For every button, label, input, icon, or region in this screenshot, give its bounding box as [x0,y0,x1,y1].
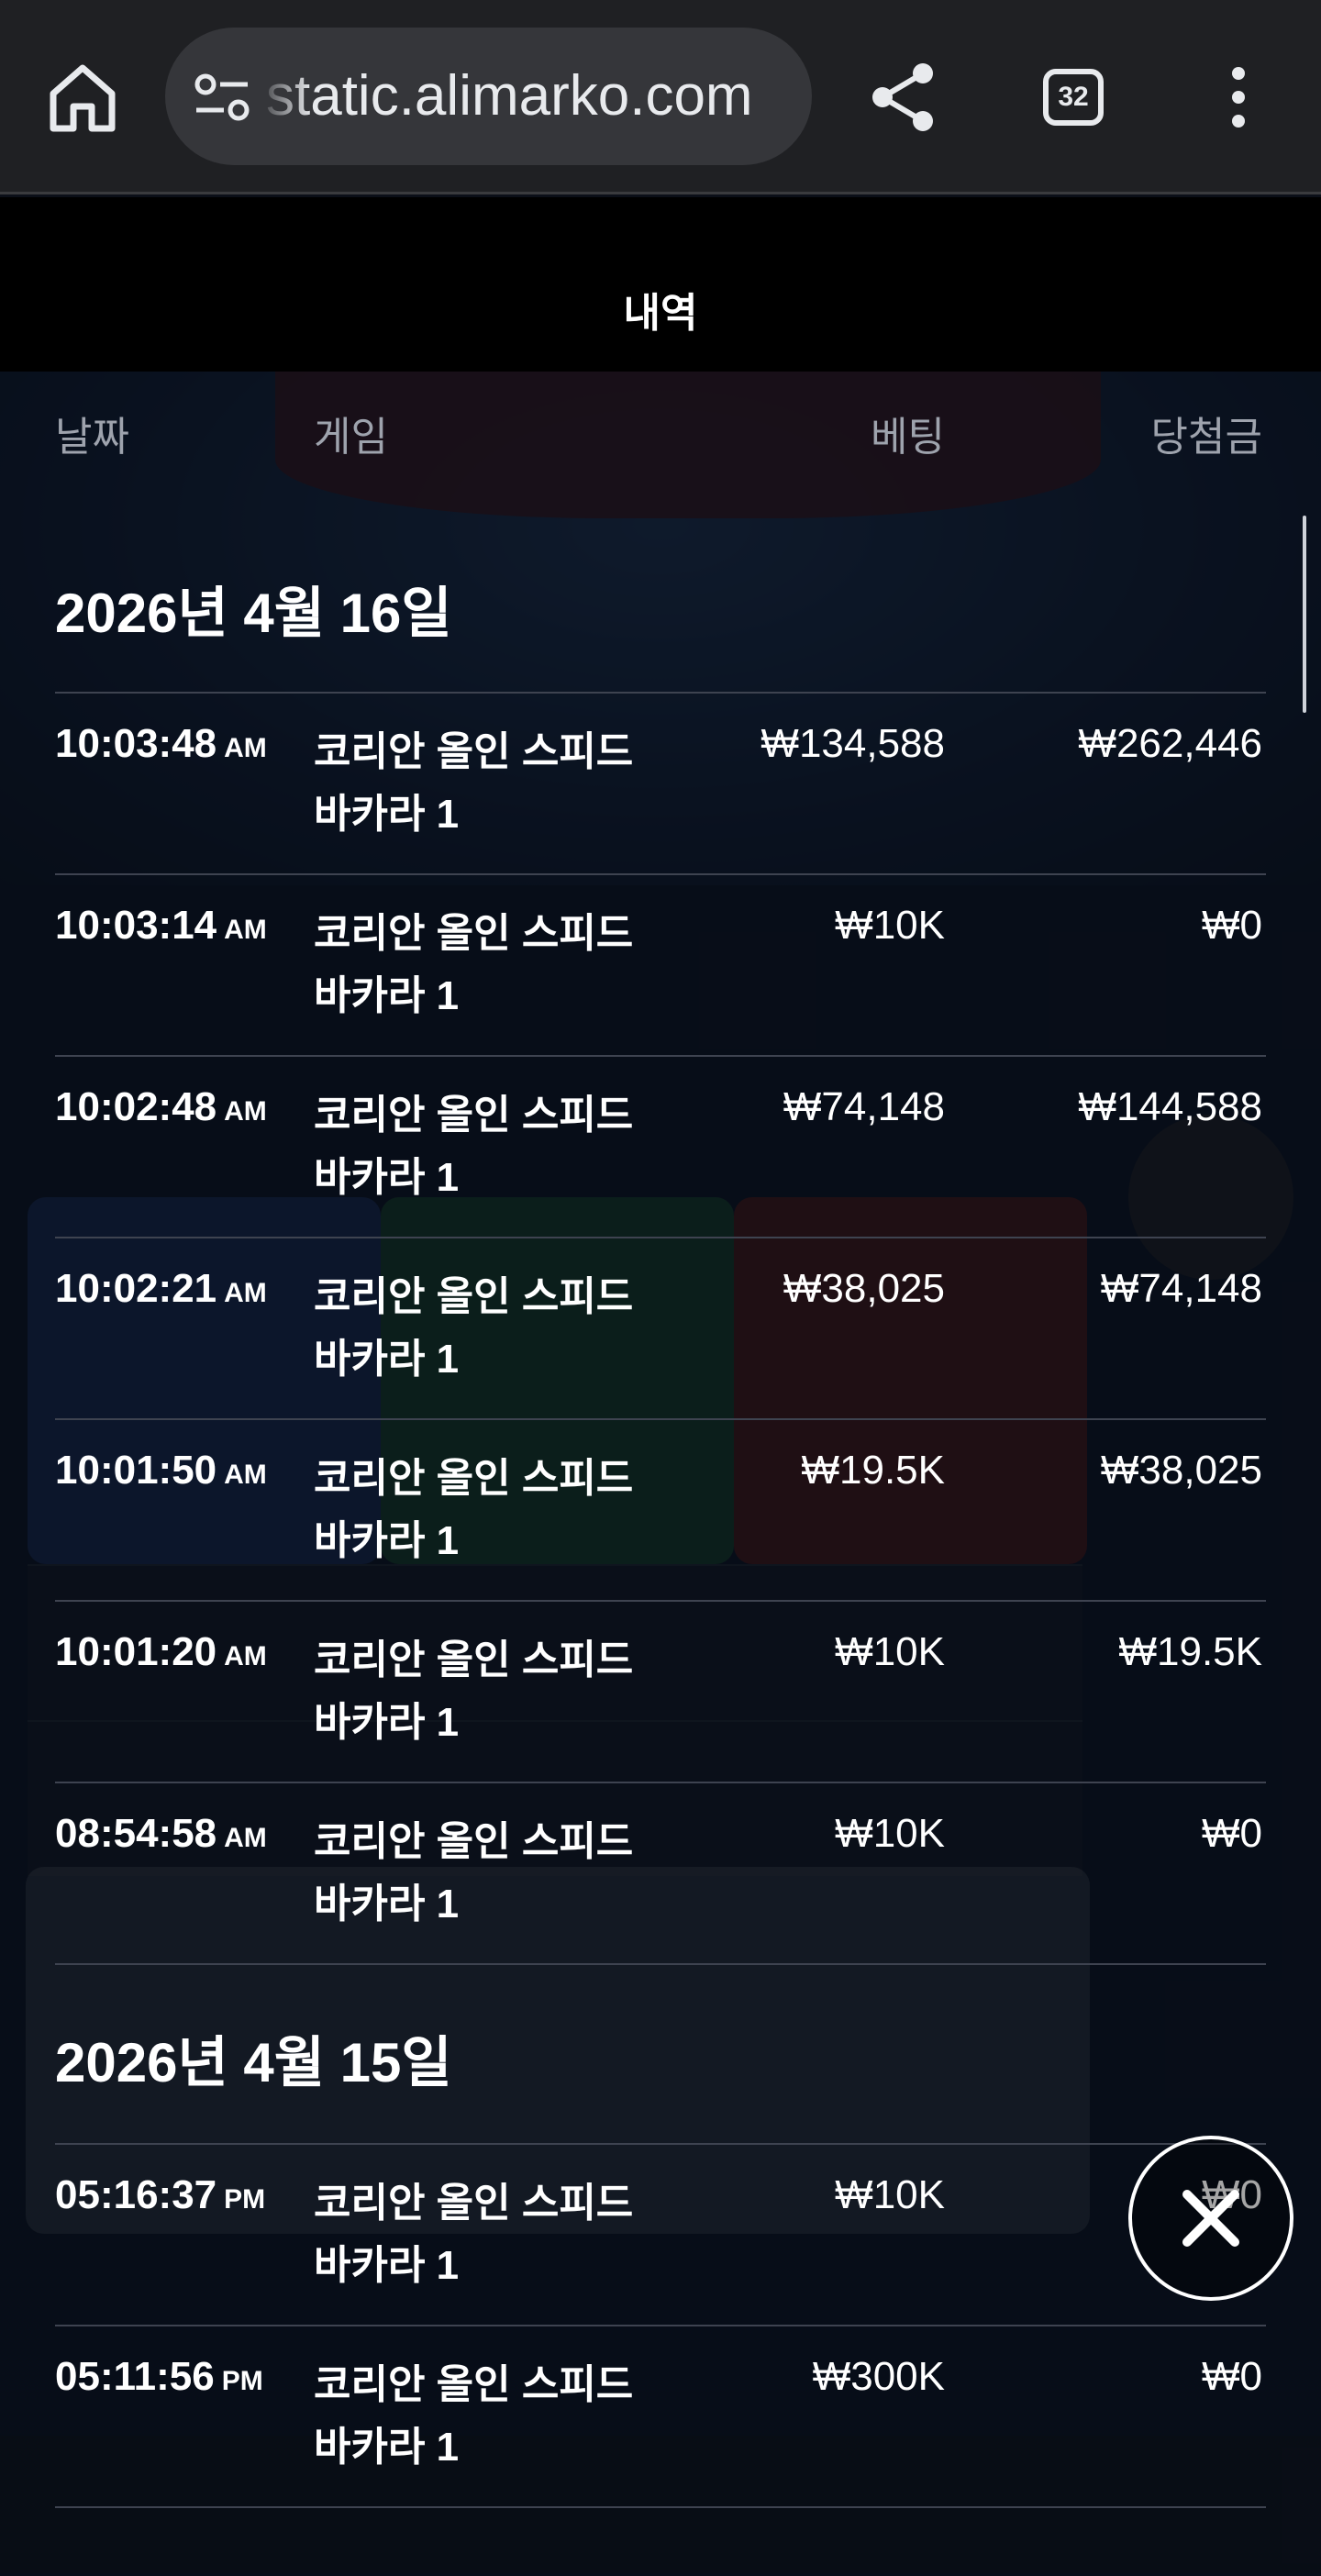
row-time: 10:01:50 AM [55,1448,267,1493]
home-icon[interactable] [46,61,119,134]
date-header: 2026년 4월 15일 [55,2032,452,2093]
row-win: ₩74,148 [1100,1266,1262,1311]
share-icon[interactable] [868,61,938,134]
row-win: ₩0 [1202,2354,1262,2399]
close-icon [1182,2190,1239,2247]
date-header: 2026년 4월 16일 [55,583,452,644]
row-win: ₩262,446 [1078,721,1262,766]
row-game: 코리안 올인 스피드 바카라 1 [314,2362,634,2470]
history-row[interactable]: 05:16:37PM 코리안 올인 스피드 바카라 1 ₩10K ₩0 [0,2145,1321,2326]
browser-toolbar: static.alimarko.com 32 [0,0,1321,194]
row-bet: ₩10K [835,2172,945,2217]
column-header-date: 날짜 [55,415,129,460]
row-bet: ₩74,148 [783,1084,945,1129]
panel-title: 내역 [623,291,698,336]
more-vert-icon[interactable] [1216,64,1261,130]
column-header-win: 당첨금 [1150,415,1262,460]
row-time: 10:03:14 AM [55,903,267,948]
history-row[interactable]: 10:02:21 AM 코리안 올인 스피드 바카라 1 ₩38,025 ₩74,… [0,1238,1321,1420]
row-game: 코리안 올인 스피드 바카라 1 [314,1456,634,1563]
row-time: 05:16:37 PM [55,2172,266,2217]
row-win: ₩19.5K [1118,1629,1262,1674]
row-game: 코리안 올인 스피드 바카라 1 [314,1274,634,1382]
row-time: 10:02:48 AM [55,1084,267,1129]
url-text: static.alimarko.com [266,64,753,128]
row-game: 코리안 올인 스피드 바카라 1 [314,911,634,1018]
close-button[interactable] [1128,2136,1293,2301]
tune-icon[interactable] [193,70,251,125]
row-bet: ₩300K [812,2354,945,2399]
row-bet: ₩38,025 [783,1266,945,1311]
row-bet: ₩19.5K [801,1448,945,1493]
scrollbar[interactable] [1303,516,1306,713]
row-bet: ₩10K [835,903,945,948]
history-row[interactable]: 10:01:20 AM 코리안 올인 스피드 바카라 1 ₩10K ₩19.5K [0,1602,1321,1783]
history-row[interactable]: 10:03:48 AM 코리안 올인 스피드 바카라 1 ₩134,588 ₩26… [0,694,1321,875]
history-row[interactable]: 10:01:50 AM 코리안 올인 스피드 바카라 1 ₩19.5K ₩38,0… [0,1420,1321,1602]
row-time: 05:11:56 PM [55,2354,263,2399]
history-row[interactable]: 10:02:48 AM 코리안 올인 스피드 바카라 1 ₩74,148 ₩144… [0,1057,1321,1238]
row-game: 코리안 올인 스피드 바카라 1 [314,1093,634,1200]
row-time: 10:02:21 AM [55,1266,267,1311]
row-time: 10:01:20 AM [55,1629,267,1674]
history-row[interactable]: 05:11:56 PM 코리안 올인 스피드 바카라 1 ₩300K ₩0 [0,2326,1321,2508]
address-bar[interactable]: static.alimarko.com [165,28,812,165]
row-bet: ₩10K [835,1811,945,1856]
row-win: ₩0 [1202,903,1262,948]
row-win: ₩144,588 [1078,1084,1262,1129]
row-win: ₩0 [1202,1811,1262,1856]
row-win: ₩38,025 [1100,1448,1262,1493]
row-time: 10:03:48 AM [55,721,267,766]
row-time: 08:54:58 AM [55,1811,267,1856]
row-game: 코리안 올인 스피드 바카라 1 [314,2181,634,2288]
history-row[interactable]: 10:03:14 AM 코리안 올인 스피드 바카라 1 ₩10K ₩0 [0,875,1321,1057]
row-game: 코리안 올인 스피드 바카라 1 [314,1638,634,1745]
row-bet: ₩134,588 [760,721,945,766]
column-header-bet: 베팅 [871,415,945,460]
row-game: 코리안 올인 스피드 바카라 1 [314,1819,634,1926]
row-bet: ₩10K [835,1629,945,1674]
tab-switcher-button[interactable]: 32 [1043,69,1104,126]
history-row[interactable]: 08:54:58 AM 코리안 올인 스피드 바카라 1 ₩10K ₩0 [0,1783,1321,1965]
row-game: 코리안 올인 스피드 바카라 1 [314,729,634,837]
column-header-game: 게임 [314,415,388,460]
